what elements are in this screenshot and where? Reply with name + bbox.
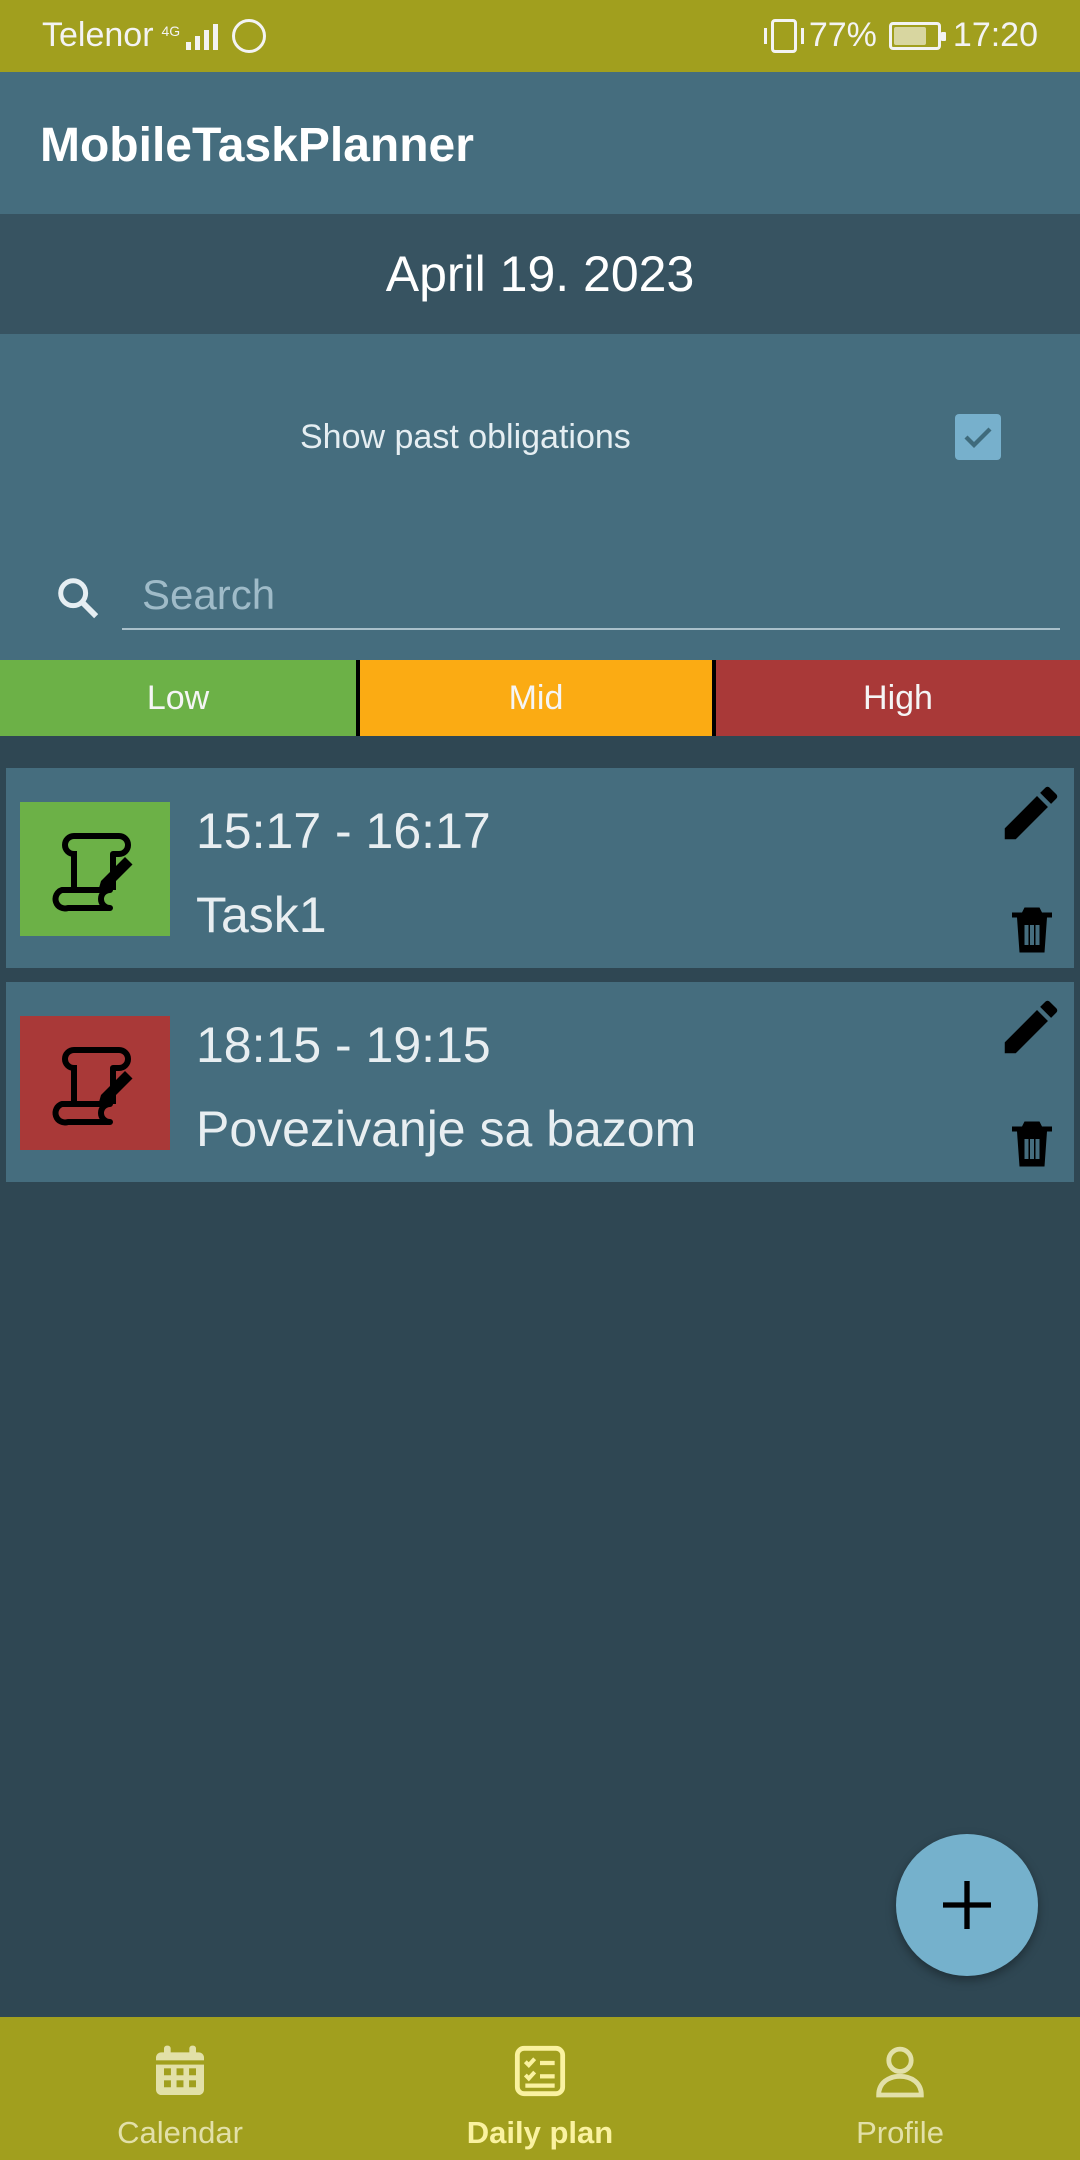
task-time: 15:17 - 16:17 bbox=[196, 803, 491, 859]
network-type: 4G bbox=[161, 22, 181, 39]
clock: 17:20 bbox=[952, 16, 1038, 54]
nav-profile[interactable]: Profile bbox=[720, 2017, 1080, 2160]
edit-icon[interactable] bbox=[996, 778, 1066, 848]
priority-filter: Low Mid High bbox=[0, 660, 1080, 736]
checkmark-icon bbox=[964, 427, 992, 449]
edit-icon[interactable] bbox=[996, 992, 1066, 1062]
nav-profile-label: Profile bbox=[856, 2115, 944, 2150]
add-task-button[interactable] bbox=[896, 1834, 1038, 1976]
scroll-icon bbox=[52, 833, 133, 912]
task-time: 18:15 - 19:15 bbox=[196, 1017, 491, 1073]
task-card[interactable]: 18:15 - 19:15 Povezivanje sa bazom bbox=[6, 982, 1074, 1182]
status-right: 77% 17:20 bbox=[763, 16, 1038, 55]
battery-icon bbox=[888, 21, 946, 50]
priority-high-button[interactable]: High bbox=[716, 660, 1080, 736]
calendar-icon bbox=[156, 2045, 204, 2095]
person-icon bbox=[876, 2046, 924, 2098]
whatsapp-icon bbox=[232, 18, 267, 53]
nav-calendar[interactable]: Calendar bbox=[0, 2017, 360, 2160]
bottom-nav: Calendar Daily plan Profile bbox=[0, 2017, 1080, 2160]
nav-daily-plan-label: Daily plan bbox=[466, 2115, 614, 2150]
status-bar: Telenor 4G 77% 17:20 bbox=[0, 0, 1080, 72]
checklist-icon bbox=[514, 2045, 566, 2097]
app-bar: MobileTaskPlanner bbox=[0, 72, 1080, 214]
priority-mid-button[interactable]: Mid bbox=[360, 660, 712, 736]
status-left: Telenor 4G bbox=[42, 16, 267, 55]
task-priority-thumb bbox=[20, 1016, 170, 1150]
task-priority-thumb bbox=[20, 802, 170, 936]
task-name: Task1 bbox=[196, 887, 327, 943]
carrier-name: Telenor bbox=[42, 16, 154, 54]
scroll-icon bbox=[52, 1047, 133, 1126]
priority-low-button[interactable]: Low bbox=[0, 660, 356, 736]
nav-calendar-label: Calendar bbox=[117, 2115, 243, 2150]
show-past-checkbox[interactable] bbox=[955, 414, 1001, 460]
search-icon bbox=[58, 578, 99, 619]
plus-icon bbox=[943, 1881, 991, 1929]
date-label: April 19. 2023 bbox=[385, 246, 695, 302]
battery-percent: 77% bbox=[808, 16, 877, 54]
search-input[interactable] bbox=[122, 562, 1060, 630]
task-name: Povezivanje sa bazom bbox=[196, 1101, 697, 1157]
signal-icon bbox=[186, 22, 219, 50]
filter-panel: Show past obligations bbox=[0, 334, 1080, 660]
delete-icon[interactable] bbox=[1002, 898, 1062, 962]
app-title: MobileTaskPlanner bbox=[40, 119, 474, 172]
nav-daily-plan[interactable]: Daily plan bbox=[360, 2017, 720, 2160]
task-card[interactable]: 15:17 - 16:17 Task1 bbox=[6, 768, 1074, 968]
show-past-label: Show past obligations bbox=[300, 418, 631, 456]
vibrate-icon bbox=[763, 18, 804, 53]
delete-icon[interactable] bbox=[1002, 1112, 1062, 1176]
date-header: April 19. 2023 bbox=[0, 214, 1080, 334]
